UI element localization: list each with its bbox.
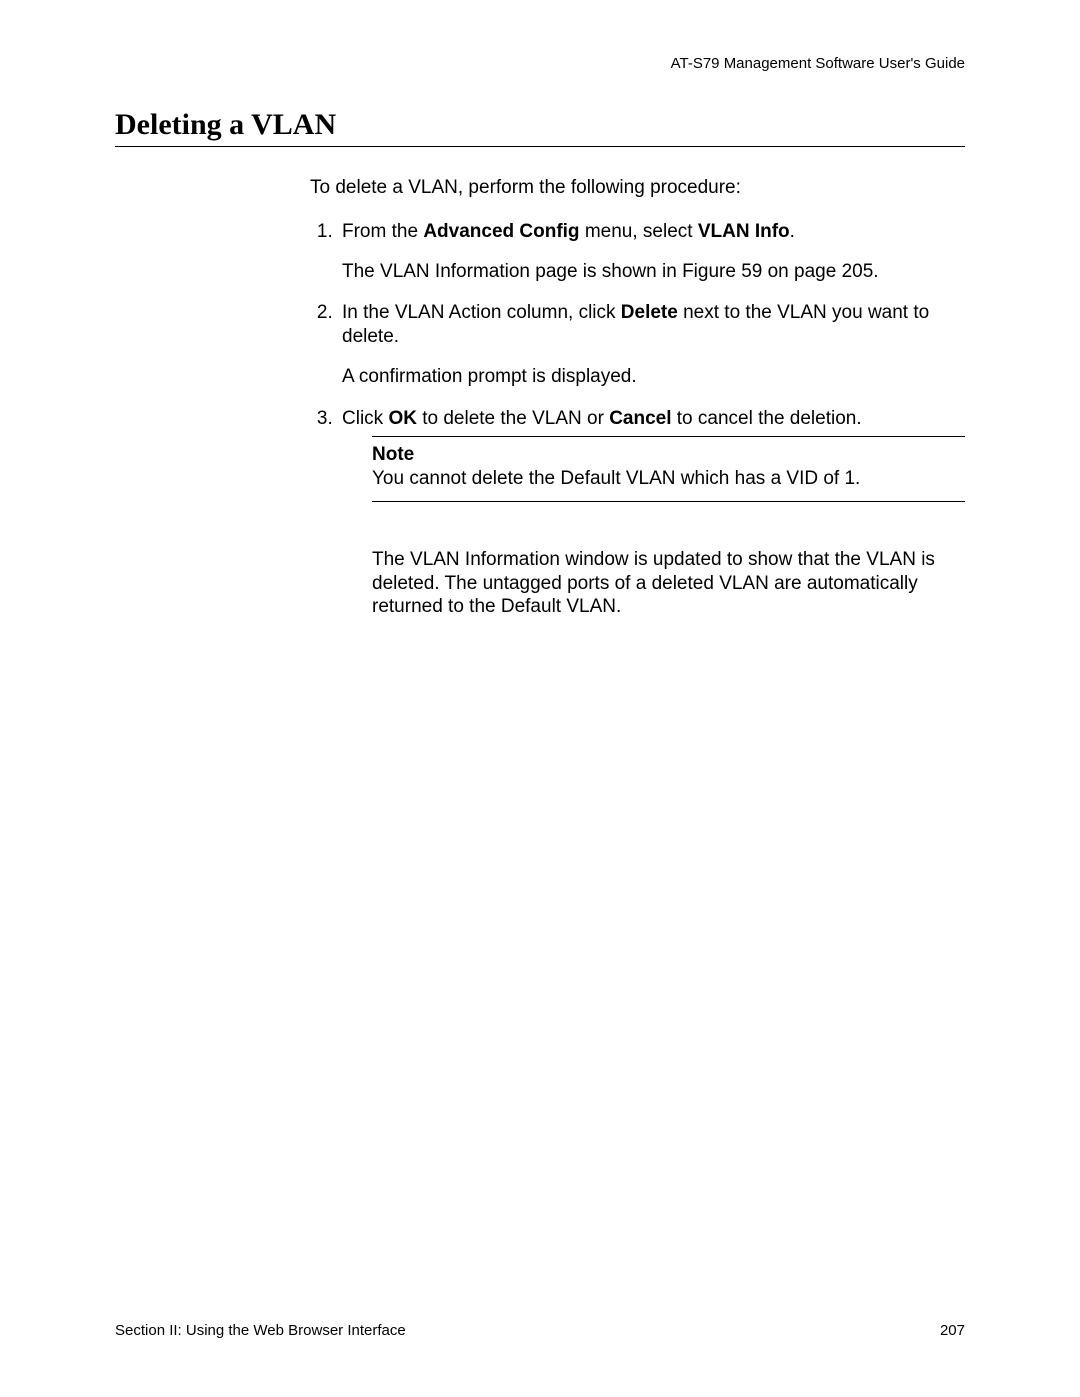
procedure-list: From the Advanced Config menu, select VL…: [310, 220, 965, 619]
step-2-paragraph: A confirmation prompt is displayed.: [342, 365, 965, 389]
step-3: Click OK to delete the VLAN or Cancel to…: [338, 407, 965, 620]
step-3-mid: to delete the VLAN or: [417, 408, 609, 429]
page: AT-S79 Management Software User's Guide …: [0, 0, 1080, 1397]
footer-section-label: Section II: Using the Web Browser Interf…: [115, 1322, 406, 1339]
step-2-pre: In the VLAN Action column, click: [342, 302, 621, 323]
running-header: AT-S79 Management Software User's Guide: [671, 55, 965, 72]
step-2-bold-1: Delete: [621, 302, 678, 323]
note-text: You cannot delete the Default VLAN which…: [372, 468, 860, 489]
page-number: 207: [940, 1322, 965, 1339]
title-block: Deleting a VLAN: [115, 108, 965, 147]
step-1-mid: menu, select: [580, 221, 698, 242]
step-3-pre: Click: [342, 408, 388, 429]
step-1-paragraph: The VLAN Information page is shown in Fi…: [342, 260, 965, 284]
step-1-pre: From the: [342, 221, 423, 242]
step-1: From the Advanced Config menu, select VL…: [338, 220, 965, 284]
page-title: Deleting a VLAN: [115, 108, 965, 142]
intro-text: To delete a VLAN, perform the following …: [310, 176, 965, 200]
step-1-post: .: [790, 221, 795, 242]
step-1-bold-1: Advanced Config: [423, 221, 579, 242]
body-content: To delete a VLAN, perform the following …: [310, 176, 965, 637]
after-note-text: The VLAN Information window is updated t…: [372, 548, 965, 619]
step-2: In the VLAN Action column, click Delete …: [338, 301, 965, 388]
step-3-bold-2: Cancel: [609, 408, 671, 429]
step-3-text: Click OK to delete the VLAN or Cancel to…: [342, 408, 862, 429]
step-3-post: to cancel the deletion.: [672, 408, 862, 429]
step-1-text: From the Advanced Config menu, select VL…: [342, 221, 795, 242]
note-label: Note: [372, 443, 965, 467]
note-block: Note You cannot delete the Default VLAN …: [372, 436, 965, 502]
step-3-bold-1: OK: [388, 408, 417, 429]
step-2-text: In the VLAN Action column, click Delete …: [342, 302, 929, 347]
step-1-bold-2: VLAN Info: [698, 221, 790, 242]
